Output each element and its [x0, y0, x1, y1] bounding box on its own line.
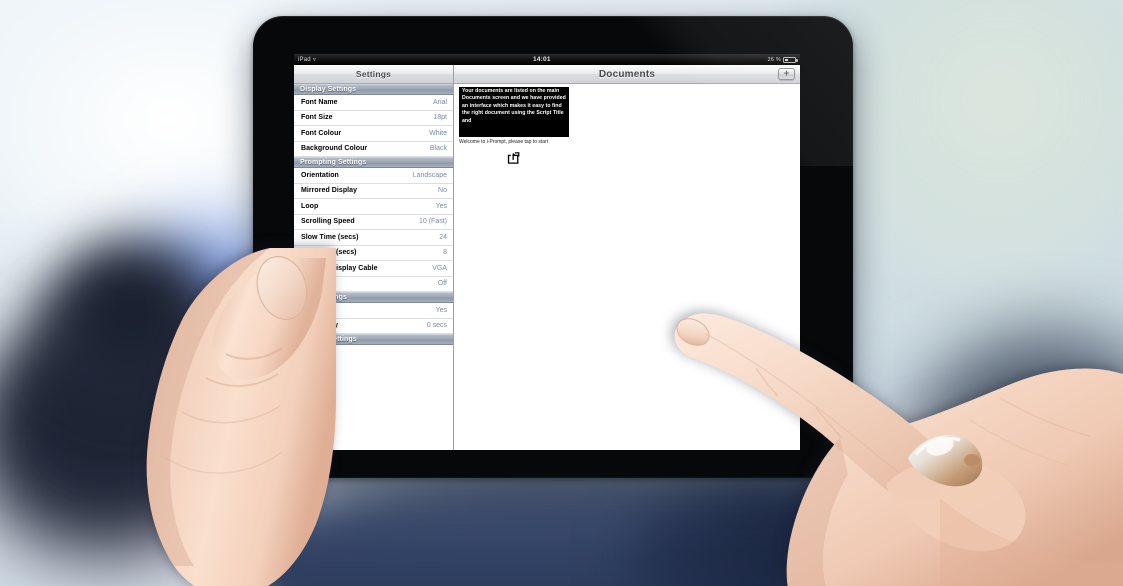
setting-row-scrolling-speed[interactable]: Scrolling Speed 10 (Fast) — [294, 214, 453, 230]
documents-pane: Documents + Your documents are listed on… — [454, 65, 800, 450]
setting-row-background-colour[interactable]: Background Colour Black — [294, 141, 453, 157]
setting-row-orientation[interactable]: Orientation Landscape — [294, 168, 453, 184]
setting-label: Scrolling Speed — [301, 218, 355, 226]
setting-value: VGA — [432, 264, 447, 272]
setting-value: Yes — [435, 306, 447, 314]
setting-value: No — [438, 187, 447, 195]
group-header-prompting-settings: Prompting Settings — [294, 157, 453, 168]
group-header-start-settings: Start Settings — [294, 292, 453, 303]
setting-row-mirrored-display[interactable]: Mirrored Display No — [294, 183, 453, 199]
document-actions — [459, 152, 569, 165]
setting-value: Yes — [435, 202, 447, 210]
setting-row-loop[interactable]: Loop Yes — [294, 199, 453, 215]
setting-row-fast-time[interactable]: Fast Time (secs) 8 — [294, 245, 453, 261]
documents-title: Documents — [598, 68, 656, 80]
document-thumbnail-text: Your documents are listed on the main Do… — [462, 88, 566, 124]
document-card[interactable]: Your documents are listed on the main Do… — [459, 87, 569, 165]
group-header-display-settings: Display Settings — [294, 84, 453, 95]
documents-navbar: Documents + — [454, 65, 800, 84]
document-thumbnail[interactable]: Your documents are listed on the main Do… — [459, 87, 569, 137]
carrier-label: iPad — [298, 56, 311, 63]
status-bar-right: 26 % — [767, 56, 798, 63]
setting-value: 0 secs — [426, 322, 447, 330]
setting-row-border[interactable]: Border Off — [294, 276, 453, 292]
setting-label: Border — [301, 280, 325, 288]
setting-value: 8 — [443, 249, 447, 257]
status-bar-clock: 14:01 — [533, 56, 551, 63]
setting-value: Landscape — [412, 171, 447, 179]
setting-value: 18pt — [433, 114, 447, 122]
background-head-left — [40, 238, 220, 408]
setting-row-font-size[interactable]: Font Size 18pt — [294, 110, 453, 126]
settings-title: Settings — [355, 69, 392, 79]
ios-status-bar: iPad ▿ 14:01 26 % — [294, 54, 800, 65]
setting-label: Font Name — [301, 98, 338, 106]
setting-label: Orientation — [301, 171, 339, 179]
setting-label: Fast Time (secs) — [301, 249, 357, 257]
documents-list: Your documents are listed on the main Do… — [454, 84, 800, 450]
battery-percent-label: 26 % — [767, 56, 781, 63]
group-header-remote-settings: Remote Settings — [294, 334, 453, 345]
setting-value: 10 (Fast) — [418, 218, 447, 226]
tablet-device: iPad ▿ 14:01 26 % Settings Display Setti… — [253, 16, 853, 478]
setting-label: Font Colour — [301, 129, 342, 137]
add-document-button[interactable]: + — [778, 68, 795, 80]
setting-row-start-delay[interactable]: Start Delay 0 secs — [294, 318, 453, 334]
settings-navbar: Settings — [294, 65, 453, 84]
setting-row-font-colour[interactable]: Font Colour White — [294, 126, 453, 142]
setting-label: Start Delay — [301, 322, 339, 330]
setting-label: External Display Cable — [301, 264, 378, 272]
setting-label: Font Size — [301, 114, 333, 122]
setting-row-external-display-cable[interactable]: External Display Cable VGA — [294, 261, 453, 277]
settings-empty-area — [294, 345, 453, 450]
status-bar-left: iPad ▿ — [298, 57, 316, 63]
setting-value: Arial — [432, 98, 447, 106]
setting-value: Off — [437, 280, 447, 288]
setting-row-auto-start[interactable]: Auto Start Yes — [294, 303, 453, 319]
share-export-icon[interactable] — [507, 152, 521, 165]
split-view: Settings Display Settings Font Name Aria… — [294, 65, 800, 450]
setting-label: Loop — [301, 202, 319, 210]
setting-value: White — [429, 129, 447, 137]
setting-value: 24 — [439, 233, 447, 241]
setting-value: Black — [429, 145, 447, 153]
settings-pane: Settings Display Settings Font Name Aria… — [294, 65, 454, 450]
setting-label: Auto Start — [301, 306, 336, 314]
setting-label: Mirrored Display — [301, 187, 358, 195]
tablet-screen: iPad ▿ 14:01 26 % Settings Display Setti… — [294, 54, 800, 450]
battery-icon — [783, 56, 798, 63]
setting-row-font-name[interactable]: Font Name Arial — [294, 95, 453, 111]
photo-scene: iPad ▿ 14:01 26 % Settings Display Setti… — [0, 0, 1123, 586]
document-caption: Welcome to i-Prompt, please tap to start — [459, 139, 549, 145]
setting-row-slow-time[interactable]: Slow Time (secs) 24 — [294, 230, 453, 246]
setting-label: Slow Time (secs) — [301, 233, 359, 241]
setting-label: Background Colour — [301, 145, 368, 153]
